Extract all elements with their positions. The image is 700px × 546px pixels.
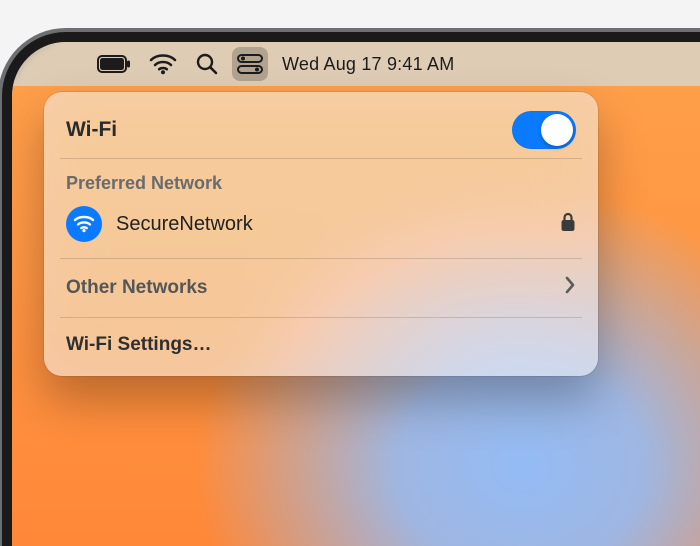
control-center-icon (237, 54, 263, 74)
divider (60, 158, 582, 159)
spotlight-item[interactable] (190, 47, 224, 81)
menubar-datetime[interactable]: Wed Aug 17 9:41 AM (282, 54, 454, 75)
search-icon (195, 52, 219, 76)
chevron-right-icon (564, 275, 576, 301)
other-networks-row[interactable]: Other Networks (44, 263, 598, 313)
wifi-icon (149, 53, 177, 75)
desktop-screen: Wed Aug 17 9:41 AM Wi-Fi Preferred Netwo… (12, 42, 700, 546)
connected-network-name: SecureNetwork (116, 213, 546, 236)
wifi-panel: Wi-Fi Preferred Network SecureNetwork (44, 92, 598, 376)
wifi-settings-row[interactable]: Wi-Fi Settings… (44, 322, 598, 370)
toggle-knob (541, 114, 573, 146)
menu-bar: Wed Aug 17 9:41 AM (12, 42, 700, 86)
other-networks-label: Other Networks (66, 277, 207, 299)
battery-status-item[interactable] (92, 47, 136, 81)
battery-icon (97, 55, 131, 73)
wifi-status-item[interactable] (144, 47, 182, 81)
divider (60, 258, 582, 259)
preferred-network-row[interactable]: SecureNetwork (44, 200, 598, 254)
panel-title: Wi-Fi (66, 118, 117, 142)
control-center-item[interactable] (232, 47, 268, 81)
wifi-toggle[interactable] (512, 111, 576, 149)
divider (60, 317, 582, 318)
wifi-settings-label: Wi-Fi Settings… (66, 334, 212, 355)
preferred-network-label: Preferred Network (44, 163, 598, 200)
lock-icon (560, 212, 576, 237)
wifi-connected-icon (66, 206, 102, 242)
